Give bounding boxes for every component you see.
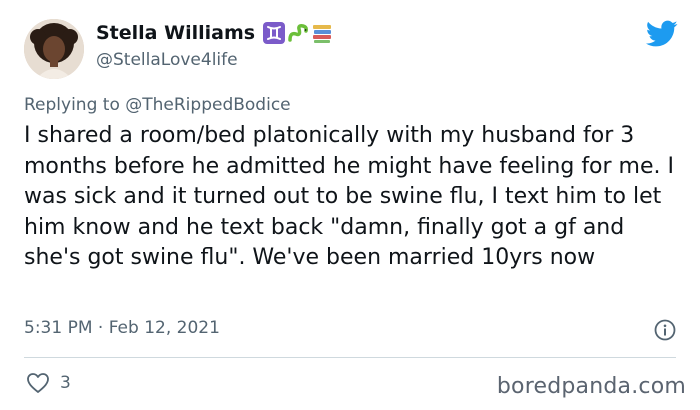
twitter-bird-icon[interactable] — [646, 20, 678, 48]
gemini-zodiac-icon — [263, 22, 286, 44]
tweet-text: I shared a room/bed platonically with my… — [24, 123, 674, 270]
heart-icon[interactable] — [26, 372, 50, 394]
author-display-name[interactable]: Stella Williams — [96, 22, 255, 44]
like-action[interactable]: 3 — [26, 372, 71, 394]
author-handle[interactable]: @StellaLove4life — [96, 50, 333, 70]
like-count: 3 — [60, 373, 71, 393]
reply-mention-link[interactable]: @TheRippedBodice — [125, 95, 290, 115]
info-icon[interactable] — [654, 319, 676, 341]
replying-to-label: Replying to — [24, 95, 120, 115]
divider — [24, 357, 676, 358]
name-emojis — [263, 22, 333, 44]
replying-to: Replying to @TheRippedBodice — [24, 95, 291, 115]
avatar-photo — [24, 19, 84, 79]
books-icon — [313, 25, 332, 43]
avatar[interactable] — [24, 19, 84, 79]
tweet-header: Stella Williams @StellaLove4life — [96, 22, 333, 70]
tweet-timestamp[interactable]: 5:31 PM · Feb 12, 2021 — [24, 318, 220, 338]
snake-icon — [288, 24, 308, 42]
watermark: boredpanda.com — [496, 374, 686, 399]
